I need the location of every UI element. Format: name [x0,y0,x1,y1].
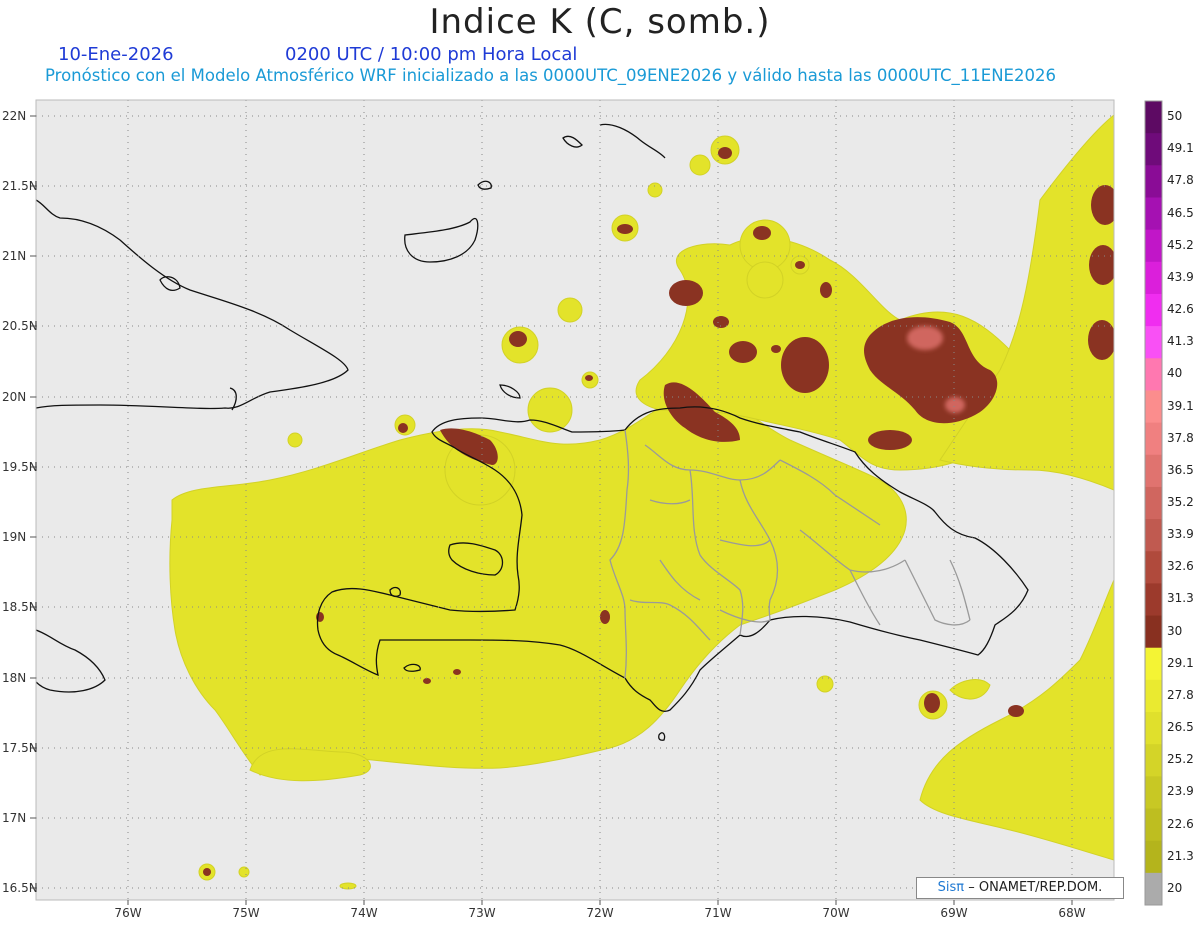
credit-box: Sisπ – ONAMET/REP.DOM. [916,877,1124,899]
colorbar-label: 46.5 [1167,205,1194,220]
lon-label: 76W [114,906,142,920]
colorbar-label: 21.3 [1167,848,1194,863]
colorbar-label: 27.8 [1167,687,1194,702]
lat-label: 19N [2,530,27,544]
colorbar-cell [1145,326,1162,359]
lat-label: 20N [2,390,27,404]
colorbar-cell [1145,647,1162,681]
colorbar-label: 29.1 [1167,655,1194,670]
colorbar-cell [1145,840,1162,874]
lon-label: 75W [232,906,260,920]
credit-org: – ONAMET/REP.DOM. [968,880,1103,895]
colorbar-label: 42.6 [1167,302,1194,317]
colorbar-cell [1145,133,1162,166]
lon-label: 72W [586,906,614,920]
colorbar-label: 49.1 [1167,141,1194,156]
colorbar-cell [1145,615,1162,649]
colorbar-cell [1145,486,1162,520]
colorbar-label: 32.6 [1167,559,1194,574]
lat-label: 18N [2,671,27,685]
lon-label: 71W [704,906,732,920]
colorbar-cell [1145,712,1162,745]
colorbar-cell [1145,261,1162,295]
colorbar-cell [1145,101,1162,134]
colorbar-cell [1145,744,1162,777]
colorbar-label: 50 [1167,109,1183,124]
colorbar-cell [1145,551,1162,584]
colorbar-label: 37.8 [1167,430,1194,445]
colorbar-cell [1145,583,1162,617]
sispi-logo: Sisπ [937,880,965,895]
lon-label: 74W [350,906,378,920]
colorbar-label: 40 [1167,366,1183,381]
lat-label: 21N [2,249,27,263]
colorbar-label: 31.3 [1167,591,1194,606]
colorbar-label: 39.1 [1167,398,1194,413]
colorbar-label: 20 [1167,880,1183,895]
colorbar-label: 35.2 [1167,495,1194,509]
colorbar-label: 26.5 [1167,720,1194,735]
colorbar-cell [1145,165,1162,198]
lat-label: 17.5N [2,741,38,755]
colorbar-label: 36.5 [1167,462,1194,477]
colorbar-cell [1145,197,1162,231]
colorbar-label: 45.2 [1167,237,1194,252]
colorbar-cell [1145,776,1162,810]
lon-label: 68W [1058,906,1086,920]
lat-label: 22N [2,109,27,123]
colorbar-cell [1145,808,1162,842]
colorbar-cell [1145,872,1162,906]
colorbar-cell [1145,422,1162,456]
lat-label: 17N [2,811,27,825]
colorbar-cell [1145,519,1162,552]
colorbar-cell [1145,454,1162,488]
colorbar [1144,100,1163,906]
colorbar-cell [1145,293,1162,327]
lon-label: 69W [940,906,968,920]
colorbar-label: 41.3 [1167,334,1194,349]
lat-label: 19.5N [2,460,38,474]
colorbar-label: 25.2 [1167,752,1194,767]
colorbar-cell [1145,229,1162,263]
lon-label: 73W [468,906,496,920]
colorbar-cell [1145,390,1162,424]
colorbar-cell [1145,679,1162,713]
colorbar-label: 30 [1167,623,1183,638]
colorbar-cell [1145,358,1162,391]
lon-label: 70W [822,906,850,920]
colorbar-label: 22.6 [1167,816,1194,831]
colorbar-label: 43.9 [1167,269,1194,284]
lat-label: 18.5N [2,600,38,614]
lat-label: 20.5N [2,319,38,333]
colorbar-label: 33.9 [1167,527,1194,542]
lat-label: 21.5N [2,179,38,193]
colorbar-label: 47.8 [1167,173,1194,188]
lat-label: 16.5N [2,881,38,895]
colorbar-label: 23.9 [1167,784,1194,799]
k-index-map [30,99,1163,906]
